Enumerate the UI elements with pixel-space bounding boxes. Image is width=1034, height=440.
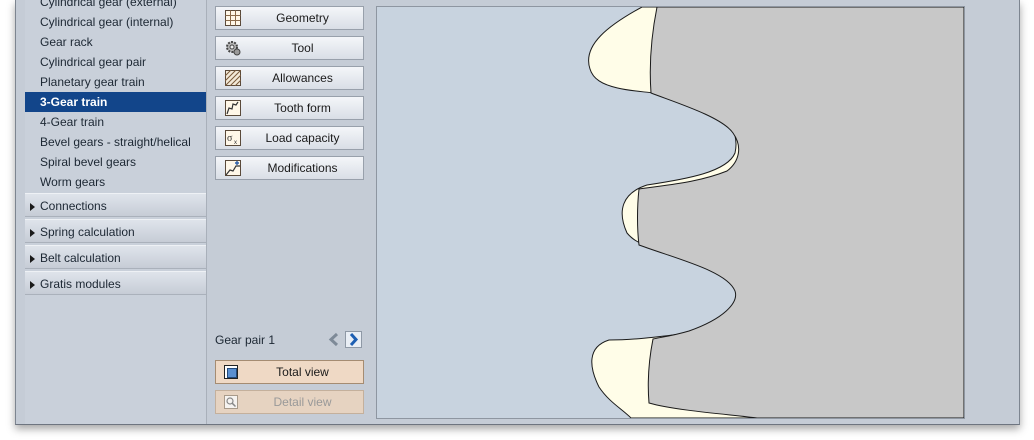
previous-pair-icon[interactable]	[326, 331, 343, 348]
section-gratis-modules[interactable]: Gratis modules	[25, 271, 206, 295]
geometry-label: Geometry	[276, 11, 329, 25]
next-pair-icon[interactable]	[345, 331, 362, 348]
total-view-icon	[224, 365, 238, 379]
gear-body	[637, 7, 964, 418]
load-capacity-label: Load capacity	[265, 131, 340, 145]
section-connections[interactable]: Connections	[25, 193, 206, 217]
allowances-label: Allowances	[272, 71, 333, 85]
section-label: Gratis modules	[40, 277, 121, 291]
gear-drawing-canvas[interactable]	[376, 6, 965, 419]
section-label: Belt calculation	[40, 251, 121, 265]
nav-item-cylindrical-gear-internal[interactable]: Cylindrical gear (internal)	[25, 12, 206, 32]
svg-text:σ: σ	[227, 133, 233, 144]
svg-text:x: x	[234, 140, 237, 146]
nav-item-cylindrical-gear-pair[interactable]: Cylindrical gear pair	[25, 52, 206, 72]
cog-tool-icon	[226, 41, 241, 56]
app-window: Cylindrical gear (external) Cylindrical …	[15, 0, 1020, 425]
nav-item-gear-rack[interactable]: Gear rack	[25, 32, 206, 52]
total-view-button[interactable]: Total view	[215, 360, 364, 384]
expand-triangle-icon	[30, 202, 35, 211]
nav-item-cylindrical-gear-external[interactable]: Cylindrical gear (external)	[25, 0, 206, 12]
detail-view-label: Detail view	[273, 395, 332, 409]
modification-icon	[225, 160, 241, 176]
tool-panel: Geometry Tool Allowances Tooth form σ x …	[208, 0, 366, 424]
total-view-label: Total view	[276, 365, 329, 379]
module-nav: Cylindrical gear (external) Cylindrical …	[25, 0, 207, 424]
nav-item-3-gear-train[interactable]: 3-Gear train	[25, 92, 206, 112]
nav-item-planetary-gear-train[interactable]: Planetary gear train	[25, 72, 206, 92]
tooth-form-label: Tooth form	[274, 101, 331, 115]
load-capacity-button[interactable]: σ x Load capacity	[215, 126, 364, 150]
tooth-form-button[interactable]: Tooth form	[215, 96, 364, 120]
geometry-button[interactable]: Geometry	[215, 6, 364, 30]
nav-item-4-gear-train[interactable]: 4-Gear train	[25, 112, 206, 132]
detail-view-button[interactable]: Detail view	[215, 390, 364, 414]
magnifier-icon	[224, 395, 238, 409]
gear-pair-label: Gear pair 1	[215, 333, 276, 347]
section-label: Spring calculation	[40, 225, 135, 239]
expand-triangle-icon	[30, 254, 35, 263]
modifications-button[interactable]: Modifications	[215, 156, 364, 180]
grid-icon	[225, 10, 241, 26]
tooth-profile-drawing	[588, 7, 964, 418]
expand-triangle-icon	[30, 228, 35, 237]
tooth-form-icon	[225, 100, 241, 116]
section-spring-calculation[interactable]: Spring calculation	[25, 219, 206, 243]
load-icon: σ x	[225, 130, 241, 146]
section-belt-calculation[interactable]: Belt calculation	[25, 245, 206, 269]
right-frame-edge	[982, 0, 1008, 424]
hatch-icon	[225, 70, 241, 86]
tool-label: Tool	[291, 41, 314, 55]
expand-triangle-icon	[30, 280, 35, 289]
allowances-button[interactable]: Allowances	[215, 66, 364, 90]
modifications-label: Modifications	[267, 161, 338, 175]
tool-button[interactable]: Tool	[215, 36, 364, 60]
nav-item-bevel-gears[interactable]: Bevel gears - straight/helical	[25, 132, 206, 152]
nav-item-worm-gears[interactable]: Worm gears	[25, 172, 206, 192]
nav-item-spiral-bevel-gears[interactable]: Spiral bevel gears	[25, 152, 206, 172]
section-label: Connections	[40, 199, 107, 213]
